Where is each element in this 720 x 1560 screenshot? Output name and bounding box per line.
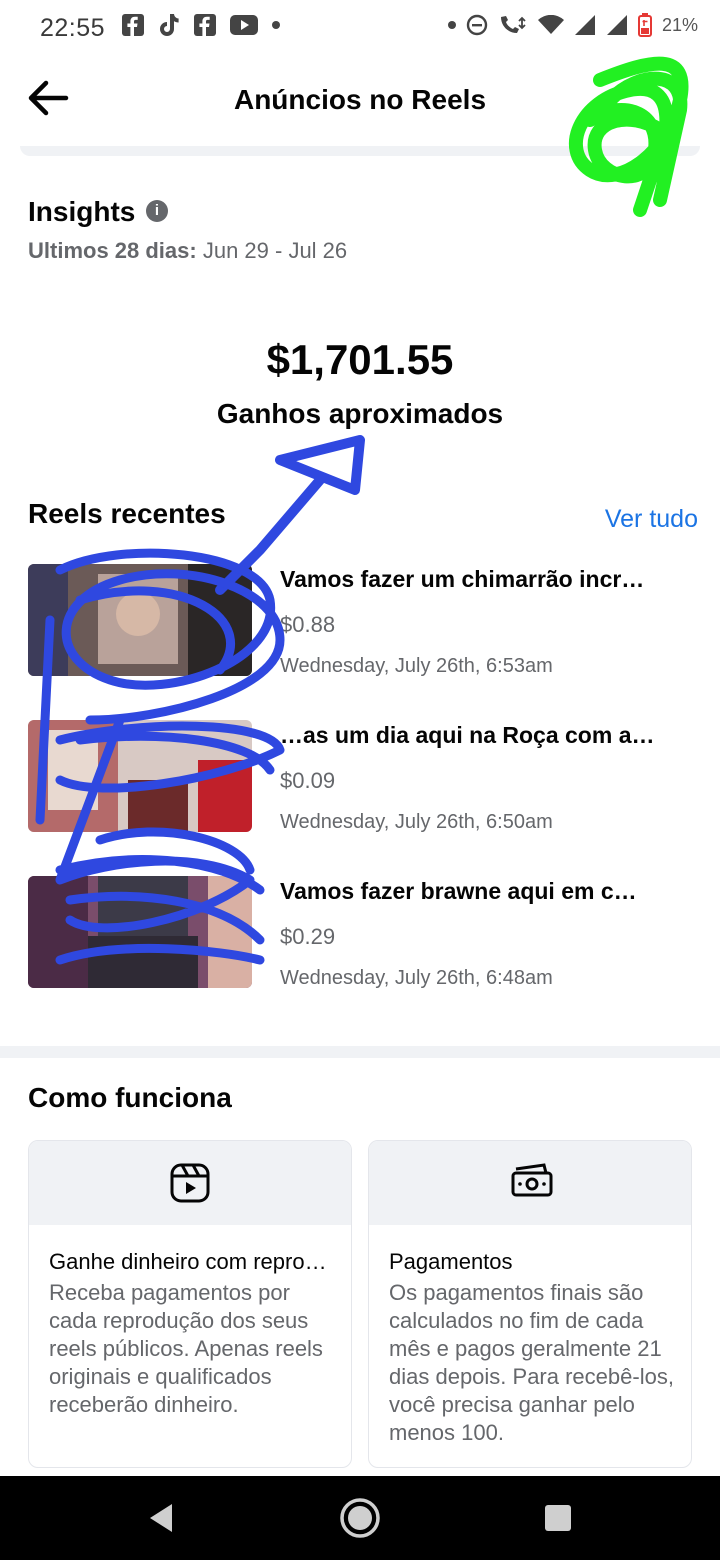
battery-low-icon	[637, 13, 652, 37]
notification-dot-icon	[447, 21, 456, 29]
cell-signal-icon-2	[606, 15, 627, 35]
facebook-notification-icon-2	[194, 14, 216, 36]
do-not-disturb-icon	[466, 14, 488, 36]
insights-title: Insights	[28, 196, 136, 227]
card-icon-area	[369, 1141, 691, 1225]
reel-title: Vamos fazer um chimarrão incr…	[280, 566, 645, 592]
how-it-works-title: Como funciona	[28, 1082, 232, 1113]
earnings-label: Ganhos aproximados	[216, 398, 504, 429]
period-label: Ultimos 28 dias:	[28, 238, 197, 263]
nav-recents-button[interactable]	[536, 1496, 580, 1540]
nav-home-button[interactable]	[338, 1496, 382, 1540]
cell-signal-icon	[574, 15, 595, 35]
more-notifications-icon	[272, 21, 280, 29]
app-header: Anúncios no Reels	[0, 54, 720, 146]
see-all-link[interactable]: Ver tudo	[605, 505, 698, 534]
notification-icons	[122, 13, 280, 37]
status-time: 22:55	[40, 14, 106, 42]
reel-title: …as um dia aqui na Roça com a…	[280, 722, 655, 748]
square-recents-icon	[545, 1505, 571, 1531]
period-text: Ultimos 28 dias: Jun 29 - Jul 26	[28, 238, 347, 264]
reel-amount: $0.88	[280, 612, 336, 637]
youtube-notification-icon	[230, 15, 258, 35]
period-range: Jun 29 - Jul 26	[202, 238, 348, 263]
info-icon[interactable]: i	[146, 200, 168, 222]
status-bar: 22:55 21%	[0, 0, 720, 54]
reel-thumbnail	[28, 876, 252, 988]
reel-date: Wednesday, July 26th, 6:48am	[280, 967, 553, 989]
reel-item[interactable]: Vamos fazer um chimarrão incr… $0.88 Wed…	[0, 560, 720, 680]
reel-thumbnail	[28, 564, 252, 676]
page-title: Anúncios no Reels	[233, 84, 487, 115]
header-divider	[20, 146, 700, 156]
circle-home-icon	[340, 1498, 380, 1538]
reel-item[interactable]: Vamos fazer brawne aqui em c… $0.29 Wedn…	[0, 872, 720, 992]
card-icon-area	[29, 1141, 351, 1225]
reel-amount: $0.09	[280, 768, 336, 793]
reel-title: Vamos fazer brawne aqui em c…	[280, 878, 637, 904]
info-card-earn: Ganhe dinheiro com repro… Receba pagamen…	[28, 1140, 352, 1468]
card-title: Ganhe dinheiro com repro…	[49, 1249, 327, 1274]
reel-date: Wednesday, July 26th, 6:53am	[280, 655, 553, 677]
card-body: Os pagamentos finais são calculados no f…	[389, 1280, 674, 1445]
card-body: Receba pagamentos por cada reprodução do…	[49, 1280, 323, 1417]
reels-icon	[170, 1163, 210, 1203]
section-divider	[0, 1046, 720, 1058]
reel-item[interactable]: …as um dia aqui na Roça com a… $0.09 Wed…	[0, 716, 720, 836]
card-title: Pagamentos	[389, 1249, 513, 1274]
reel-amount: $0.29	[280, 924, 336, 949]
info-card-payments: Pagamentos Os pagamentos finais são calc…	[368, 1140, 692, 1468]
reel-date: Wednesday, July 26th, 6:50am	[280, 811, 553, 833]
money-icon	[511, 1163, 553, 1197]
triangle-back-icon	[150, 1504, 172, 1532]
wifi-calling-icon	[500, 16, 526, 33]
reel-thumbnail	[28, 720, 252, 832]
wifi-icon	[537, 15, 564, 34]
recent-reels-title: Reels recentes	[28, 498, 226, 529]
system-icons: 21%	[447, 13, 698, 37]
tiktok-notification-icon	[160, 14, 179, 36]
battery-percent: 21%	[661, 14, 698, 35]
facebook-notification-icon	[122, 14, 144, 36]
earnings-value: $1,701.55	[266, 336, 454, 383]
system-nav-bar	[0, 1476, 720, 1560]
nav-back-button[interactable]	[140, 1496, 184, 1540]
